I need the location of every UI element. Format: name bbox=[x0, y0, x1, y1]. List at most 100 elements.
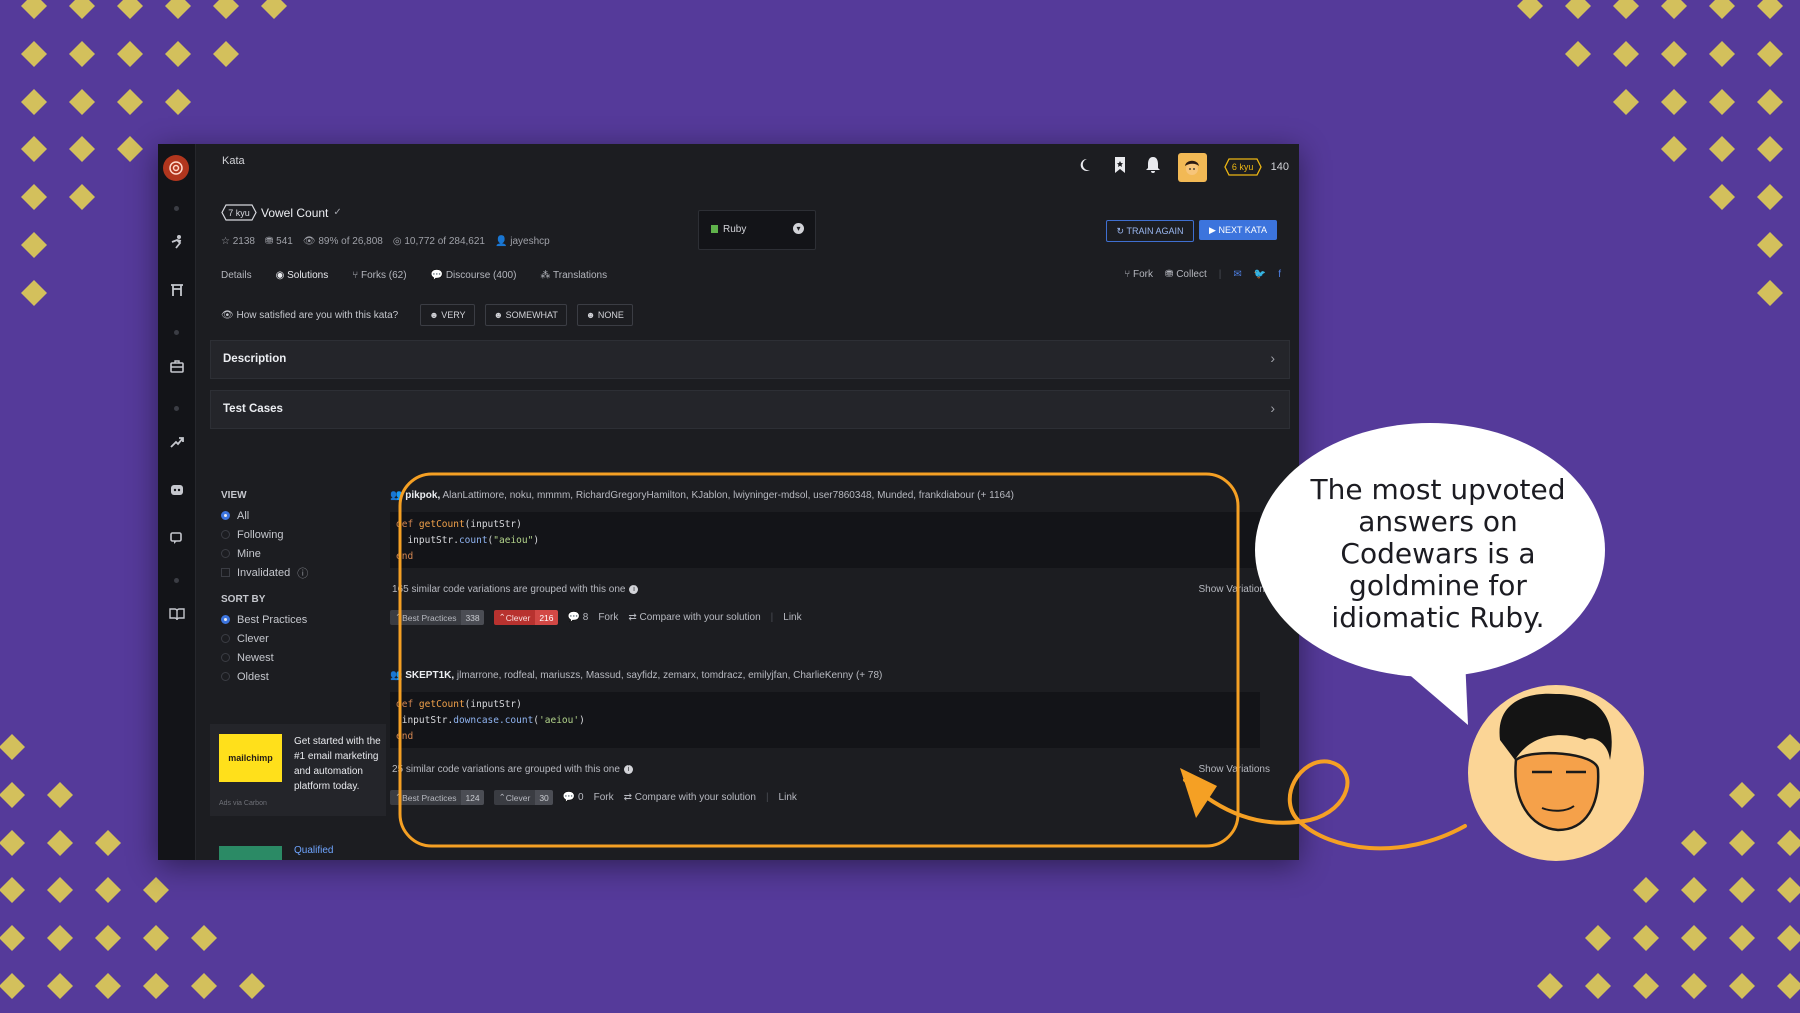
vote-none-button[interactable]: ☻ NONE bbox=[576, 304, 633, 326]
train-again-button[interactable]: ↻ TRAIN AGAIN bbox=[1106, 220, 1194, 242]
rank-badge[interactable]: 6 kyu bbox=[1223, 158, 1262, 176]
kata-title[interactable]: Vowel Count bbox=[261, 206, 328, 220]
comments-count[interactable]: 💬 8 bbox=[568, 612, 589, 623]
diamond-shape bbox=[213, 0, 239, 19]
collect-link[interactable]: ⛃ Collect bbox=[1165, 269, 1207, 280]
diamond-shape bbox=[1757, 89, 1783, 115]
diamond-shape bbox=[1537, 973, 1563, 999]
show-variations-link[interactable]: Show Variations bbox=[1198, 584, 1270, 595]
variations-note: 25 similar code variations are grouped w… bbox=[392, 764, 633, 775]
facebook-share-icon[interactable]: f bbox=[1278, 269, 1281, 280]
diamond-shape bbox=[1757, 0, 1783, 19]
fork-kata-link[interactable]: ⑂ Fork bbox=[1124, 269, 1153, 280]
comments-count[interactable]: 💬 0 bbox=[563, 792, 584, 803]
invalidated-checkbox[interactable]: Invalidated ⓘ bbox=[221, 563, 371, 582]
briefcase-icon[interactable] bbox=[167, 356, 187, 376]
diamond-shape bbox=[1777, 734, 1800, 760]
diamond-shape bbox=[1565, 0, 1591, 19]
language-select[interactable]: Ruby ▾ bbox=[698, 210, 816, 250]
email-share-icon[interactable]: ✉ bbox=[1233, 269, 1241, 280]
vote-somewhat-button[interactable]: ☻ SOMEWHAT bbox=[484, 304, 567, 326]
codewars-logo[interactable] bbox=[163, 155, 189, 181]
breadcrumb[interactable]: Kata bbox=[222, 155, 245, 167]
carbon-ad[interactable]: mailchimp Get started with the #1 email … bbox=[210, 724, 400, 816]
vote-very-button[interactable]: ☻ VERY bbox=[420, 304, 475, 326]
show-variations-link[interactable]: Show Variations bbox=[1198, 764, 1270, 775]
sort-option-oldest[interactable]: Oldest bbox=[221, 667, 371, 686]
tab-solutions[interactable]: ◉ Solutions bbox=[276, 270, 329, 281]
top-bar: Kata 6 kyu 140 bbox=[195, 144, 1299, 192]
practice-icon[interactable] bbox=[167, 232, 187, 252]
radio[interactable] bbox=[221, 672, 230, 681]
tab-details[interactable]: Details bbox=[221, 270, 252, 281]
compare-link[interactable]: ⇄ Compare with your solution bbox=[624, 792, 756, 803]
permalink[interactable]: Link bbox=[783, 612, 801, 623]
radio[interactable] bbox=[221, 634, 230, 643]
clever-vote[interactable]: ⌃ Clever 30 bbox=[493, 790, 553, 805]
fork-link[interactable]: Fork bbox=[598, 612, 618, 623]
dojo-icon[interactable] bbox=[167, 280, 187, 300]
radio[interactable] bbox=[221, 549, 230, 558]
rail-dot bbox=[174, 330, 179, 335]
author-stat[interactable]: 👤 jayeshcp bbox=[495, 236, 550, 247]
sort-option-best-practices[interactable]: Best Practices bbox=[221, 610, 371, 629]
other-users[interactable]: jlmarrone, rodfeal, mariuszs, Massud, sa… bbox=[457, 670, 882, 681]
test-cases-panel[interactable]: Test Cases › bbox=[210, 390, 1290, 429]
diamond-shape bbox=[1661, 0, 1687, 19]
other-users[interactable]: AlanLattimore, noku, mmmm, RichardGregor… bbox=[442, 490, 1013, 501]
view-option-mine[interactable]: Mine bbox=[221, 544, 371, 563]
sort-option-clever[interactable]: Clever bbox=[221, 629, 371, 648]
diamond-shape bbox=[0, 877, 25, 903]
diamond-shape bbox=[1757, 136, 1783, 162]
eye-icon: 👁 bbox=[302, 236, 319, 247]
diamond-shape bbox=[0, 830, 25, 856]
radio[interactable] bbox=[221, 653, 230, 662]
mailchimp-logo: mailchimp bbox=[219, 734, 282, 782]
kata-rank-badge: 7 kyu bbox=[221, 204, 257, 221]
lead-user[interactable]: pikpok, bbox=[405, 490, 440, 501]
sort-option-newest[interactable]: Newest bbox=[221, 648, 371, 667]
moon-icon[interactable] bbox=[1079, 157, 1095, 178]
best-practices-vote[interactable]: ⌃ Best Practices 124 bbox=[390, 790, 484, 805]
ad-via[interactable]: Ads via Carbon bbox=[219, 800, 267, 807]
tab-translations[interactable]: ⁂ Translations bbox=[540, 270, 607, 281]
bookmark-icon[interactable] bbox=[1112, 156, 1128, 179]
checkbox[interactable] bbox=[221, 568, 230, 577]
twitter-share-icon[interactable]: 🐦 bbox=[1254, 269, 1266, 280]
leaderboard-icon[interactable] bbox=[167, 432, 187, 452]
diamond-shape bbox=[21, 0, 47, 19]
diamond-shape bbox=[21, 184, 47, 210]
next-kata-button[interactable]: ▶ NEXT KATA bbox=[1199, 220, 1277, 240]
diamond-shape bbox=[1757, 41, 1783, 67]
radio[interactable] bbox=[221, 530, 230, 539]
diamond-shape bbox=[1757, 280, 1783, 306]
diamond-shape bbox=[1709, 41, 1735, 67]
qualified-ad-link[interactable]: Qualified bbox=[294, 845, 333, 856]
diamond-shape bbox=[1681, 973, 1707, 999]
chat-icon[interactable] bbox=[167, 528, 187, 548]
view-option-following[interactable]: Following bbox=[221, 525, 371, 544]
tab-discourse[interactable]: 💬 Discourse (400) bbox=[431, 270, 517, 281]
docs-icon[interactable] bbox=[167, 604, 187, 624]
permalink[interactable]: Link bbox=[779, 792, 797, 803]
lead-user[interactable]: SKEPT1K, bbox=[405, 670, 454, 681]
diamond-shape bbox=[95, 973, 121, 999]
compare-link[interactable]: ⇄ Compare with your solution bbox=[628, 612, 760, 623]
diamond-shape bbox=[1661, 41, 1687, 67]
tab-forks[interactable]: ⑂ Forks (62) bbox=[352, 270, 406, 281]
best-practices-vote[interactable]: ⌃ Best Practices 338 bbox=[390, 610, 484, 625]
view-option-all[interactable]: All bbox=[221, 506, 371, 525]
radio[interactable] bbox=[221, 615, 230, 624]
stars-stat[interactable]: ☆ 2138 bbox=[221, 236, 255, 247]
diamond-shape bbox=[1681, 830, 1707, 856]
clever-vote[interactable]: ⌃ Clever 216 bbox=[493, 610, 558, 625]
radio[interactable] bbox=[221, 511, 230, 520]
fork-icon: ⑂ bbox=[352, 270, 362, 281]
bell-icon[interactable] bbox=[1145, 156, 1161, 179]
divider: | bbox=[765, 792, 769, 803]
description-panel[interactable]: Description › bbox=[210, 340, 1290, 379]
avatar[interactable] bbox=[1177, 152, 1207, 182]
discord-icon[interactable] bbox=[167, 480, 187, 500]
fork-link[interactable]: Fork bbox=[594, 792, 614, 803]
variations-note: 165 similar code variations are grouped … bbox=[392, 584, 639, 595]
